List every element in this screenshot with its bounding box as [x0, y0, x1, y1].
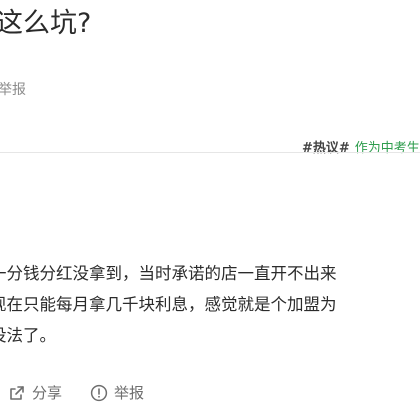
question-title: 这么坑?: [0, 8, 92, 39]
hot-topic-tag[interactable]: #热议#: [302, 141, 350, 156]
warning-circle-icon: [90, 384, 108, 402]
share-button[interactable]: 分享: [8, 381, 62, 405]
share-icon: [10, 386, 24, 400]
answer-actions: 分享 举报: [8, 381, 144, 405]
answer-content: 一分钱分红没拿到，当时承诺的店一直开不出来 现在只能每月拿几千块利息，感觉就是个…: [0, 258, 420, 351]
answer-line: 一分钱分红没拿到，当时承诺的店一直开不出来: [0, 264, 337, 283]
topic-row: #热议# 作为中考生: [302, 139, 420, 159]
topic-link[interactable]: 作为中考生: [355, 141, 420, 156]
share-label: 分享: [32, 384, 63, 402]
divider: [0, 152, 420, 153]
report-button[interactable]: 举报: [90, 381, 144, 405]
report-link[interactable]: 举报: [0, 80, 26, 100]
answer-line: 没法了。: [0, 326, 56, 345]
answer-line: 现在只能每月拿几千块利息，感觉就是个加盟为: [0, 295, 337, 314]
report-label: 举报: [114, 384, 145, 402]
